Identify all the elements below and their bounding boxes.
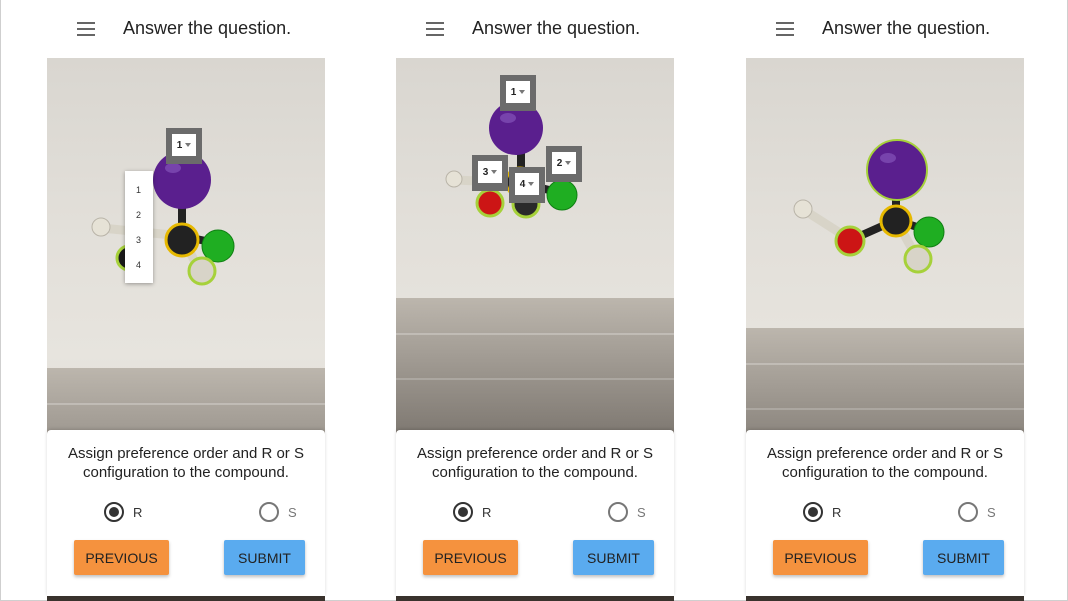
phone-screen-1: Answer the question. 1 1 2 3 4 Assign pr… bbox=[47, 0, 325, 601]
question-card: Assign preference order and R or S confi… bbox=[396, 430, 674, 596]
radio-r[interactable]: R bbox=[803, 502, 841, 522]
radio-checked-icon bbox=[453, 502, 473, 522]
radio-r[interactable]: R bbox=[453, 502, 491, 522]
app-bar: Answer the question. bbox=[746, 0, 1024, 58]
question-card: Assign preference order and R or S confi… bbox=[746, 430, 1024, 596]
hamburger-menu-icon[interactable] bbox=[776, 22, 794, 36]
phone-screen-3: Answer the question. Assign preference o… bbox=[746, 0, 1024, 601]
molecule-model[interactable] bbox=[746, 58, 1024, 418]
hamburger-menu-icon[interactable] bbox=[426, 22, 444, 36]
radio-r[interactable]: R bbox=[104, 502, 142, 522]
question-text: Assign preference order and R or S confi… bbox=[767, 445, 1003, 481]
priority-dropdown-menu[interactable]: 1 2 3 4 bbox=[125, 171, 153, 283]
priority-selector[interactable]: 1 bbox=[166, 128, 202, 164]
hydrogen-atom[interactable] bbox=[91, 217, 111, 237]
page-title: Answer the question. bbox=[472, 18, 641, 38]
chlorine-atom[interactable] bbox=[201, 229, 235, 263]
radio-s-label: S bbox=[637, 504, 646, 520]
radio-unchecked-icon bbox=[259, 502, 279, 522]
question-card: Assign preference order and R or S confi… bbox=[47, 430, 325, 596]
priority-selector[interactable]: 2 bbox=[546, 146, 582, 182]
radio-s[interactable]: S bbox=[958, 502, 996, 522]
app-bar: Answer the question. bbox=[396, 0, 674, 58]
dropdown-option[interactable]: 2 bbox=[125, 202, 153, 227]
radio-s[interactable]: S bbox=[608, 502, 646, 522]
radio-s-label: S bbox=[987, 504, 996, 520]
previous-button[interactable]: PREVIOUS bbox=[773, 540, 868, 575]
radio-s[interactable]: S bbox=[259, 502, 297, 522]
iodine-atom[interactable] bbox=[866, 139, 928, 201]
hydrogen-atom[interactable] bbox=[793, 199, 813, 219]
dropdown-option[interactable]: 1 bbox=[125, 177, 153, 202]
oxygen-atom[interactable] bbox=[834, 225, 866, 257]
phone-screen-2: Answer the question. 1 2 3 4 Assign pref… bbox=[396, 0, 674, 601]
radio-unchecked-icon bbox=[608, 502, 628, 522]
page-title: Answer the question. bbox=[123, 18, 292, 38]
app-bar: Answer the question. bbox=[47, 0, 325, 58]
dropdown-option[interactable]: 4 bbox=[125, 252, 153, 277]
priority-selector[interactable]: 4 bbox=[509, 167, 545, 203]
dropdown-caret-icon bbox=[491, 170, 498, 174]
priority-selector[interactable]: 1 bbox=[500, 75, 536, 111]
radio-s-label: S bbox=[288, 504, 297, 520]
oxygen-atom[interactable] bbox=[475, 188, 505, 218]
priority-selector[interactable]: 3 bbox=[472, 155, 508, 191]
carbon-atom[interactable] bbox=[879, 204, 913, 238]
dropdown-caret-icon bbox=[528, 182, 535, 186]
hydrogen-atom[interactable] bbox=[445, 170, 463, 188]
radio-checked-icon bbox=[104, 502, 124, 522]
submit-button[interactable]: SUBMIT bbox=[923, 540, 1004, 575]
priority-value: 4 bbox=[519, 178, 526, 190]
priority-value: 3 bbox=[482, 166, 489, 178]
priority-value: 1 bbox=[510, 86, 517, 98]
radio-r-label: R bbox=[832, 504, 842, 520]
submit-button[interactable]: SUBMIT bbox=[224, 540, 305, 575]
priority-value: 2 bbox=[556, 157, 563, 169]
dropdown-caret-icon bbox=[185, 143, 192, 147]
hydrogen-atom-2[interactable] bbox=[903, 244, 933, 274]
page-title: Answer the question. bbox=[822, 18, 991, 38]
carbon-atom[interactable] bbox=[164, 222, 200, 258]
question-text: Assign preference order and R or S confi… bbox=[68, 445, 304, 481]
dropdown-caret-icon bbox=[519, 90, 526, 94]
molecule-model[interactable] bbox=[396, 58, 674, 418]
radio-r-label: R bbox=[482, 504, 492, 520]
hydrogen-atom-2[interactable] bbox=[187, 256, 217, 286]
radio-unchecked-icon bbox=[958, 502, 978, 522]
priority-value: 1 bbox=[176, 139, 183, 151]
dropdown-option[interactable]: 3 bbox=[125, 227, 153, 252]
molecule-model[interactable] bbox=[47, 58, 325, 418]
chlorine-atom[interactable] bbox=[546, 179, 578, 211]
radio-r-label: R bbox=[133, 504, 143, 520]
hamburger-menu-icon[interactable] bbox=[77, 22, 95, 36]
previous-button[interactable]: PREVIOUS bbox=[423, 540, 518, 575]
question-text: Assign preference order and R or S confi… bbox=[417, 445, 653, 481]
previous-button[interactable]: PREVIOUS bbox=[74, 540, 169, 575]
submit-button[interactable]: SUBMIT bbox=[573, 540, 654, 575]
radio-checked-icon bbox=[803, 502, 823, 522]
chlorine-atom[interactable] bbox=[913, 216, 945, 248]
dropdown-caret-icon bbox=[565, 161, 572, 165]
